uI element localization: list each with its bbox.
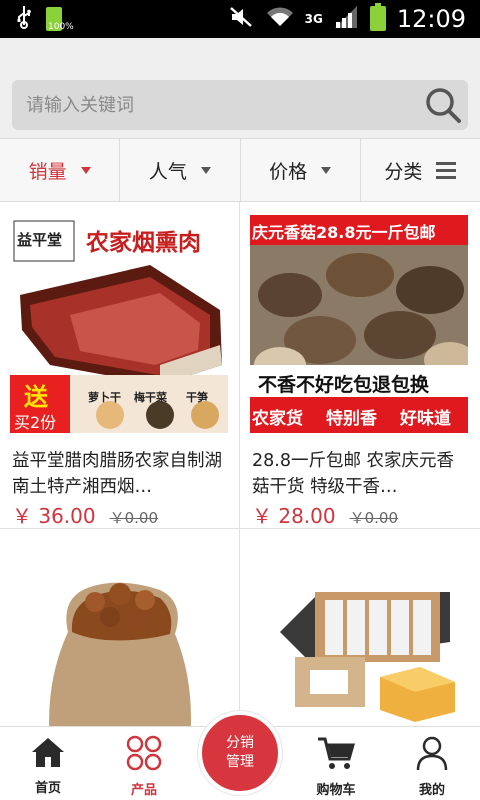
wifi-icon bbox=[265, 6, 295, 32]
product-price: ￥ 36.00 bbox=[12, 504, 96, 528]
center-button-line2: 管理 bbox=[226, 754, 254, 770]
filter-category[interactable]: 分类 bbox=[361, 139, 480, 201]
nav-label: 首页 bbox=[34, 781, 61, 796]
product-image bbox=[10, 542, 228, 726]
product-price: ￥ 28.00 bbox=[252, 504, 336, 528]
product-old-price: ￥0.00 bbox=[109, 509, 159, 527]
usb-icon bbox=[16, 5, 32, 33]
filter-bar: 销量 人气 价格 分类 bbox=[0, 138, 480, 202]
product-image: 益平堂 农家烟熏肉 送 买2份 萝卜干 梅干菜 干笋 bbox=[10, 215, 228, 433]
clock: 12:09 bbox=[396, 5, 466, 33]
nav-label: 购物车 bbox=[316, 783, 356, 798]
price-row: ￥ 28.00 ￥0.00 bbox=[252, 500, 398, 529]
filter-sales[interactable]: 销量 bbox=[0, 139, 121, 201]
top-banner-text: 庆元香菇28.8元一斤包邮 bbox=[252, 223, 436, 242]
nav-label: 我的 bbox=[418, 783, 445, 798]
product-grid: 益平堂 农家烟熏肉 送 买2份 萝卜干 梅干菜 干笋 益平堂腊肉腊肠农家自制湖南… bbox=[0, 202, 480, 726]
user-icon bbox=[415, 735, 449, 775]
product-old-price: ￥0.00 bbox=[349, 509, 399, 527]
tag-text: 好味道 bbox=[400, 409, 451, 429]
cart-icon bbox=[316, 735, 356, 775]
product-card[interactable]: 庆元香菇28.8元一斤包邮 不香不好吃包退包换 农家货 特别香 好味道 28.8… bbox=[240, 202, 480, 529]
tag-text: 特别香 bbox=[326, 409, 377, 429]
battery-icon bbox=[369, 3, 387, 35]
promo-item: 干笋 bbox=[186, 391, 208, 404]
signal-icon bbox=[333, 6, 359, 32]
search-icon[interactable] bbox=[418, 80, 468, 130]
filter-label: 人气 bbox=[148, 160, 187, 183]
nav-profile[interactable]: 我的 bbox=[384, 727, 480, 800]
filter-popularity[interactable]: 人气 bbox=[120, 139, 241, 201]
price-row: ￥ 36.00 ￥0.00 bbox=[12, 500, 158, 529]
product-card[interactable]: 益平堂 农家烟熏肉 送 买2份 萝卜干 梅干菜 干笋 益平堂腊肉腊肠农家自制湖南… bbox=[0, 202, 240, 529]
promo-text: 送 bbox=[24, 383, 48, 411]
battery-percent: 100% bbox=[48, 22, 74, 32]
product-title[interactable]: 益平堂腊肉腊肠农家自制湖南土特产湘西烟… bbox=[12, 448, 230, 500]
center-button-line1: 分销 bbox=[226, 735, 254, 751]
middle-banner-text: 不香不好吃包退包换 bbox=[258, 374, 430, 396]
filter-price[interactable]: 价格 bbox=[241, 139, 361, 201]
product-image: 庆元香菇28.8元一斤包邮 不香不好吃包退包换 农家货 特别香 好味道 bbox=[250, 215, 468, 433]
grid-icon bbox=[126, 735, 162, 775]
product-image bbox=[250, 542, 468, 726]
product-title[interactable]: 28.8一斤包邮 农家庆元香菇干货 特级干香… bbox=[252, 448, 470, 500]
filter-label: 分类 bbox=[384, 160, 423, 183]
banner-text: 农家烟熏肉 bbox=[86, 230, 201, 256]
status-bar: 100% 3G 12:09 bbox=[0, 0, 480, 38]
filter-label: 价格 bbox=[269, 160, 308, 183]
promo-item: 梅干菜 bbox=[134, 391, 167, 404]
triangle-down-icon bbox=[200, 166, 211, 174]
promo-sub-text: 买2份 bbox=[14, 413, 57, 432]
search-box[interactable] bbox=[12, 80, 468, 130]
triangle-down-icon bbox=[80, 166, 91, 174]
home-icon bbox=[30, 735, 66, 773]
product-card[interactable] bbox=[0, 529, 240, 726]
search-input[interactable] bbox=[12, 94, 418, 116]
promo-item: 萝卜干 bbox=[88, 391, 121, 404]
brand-text: 益平堂 bbox=[17, 231, 63, 249]
nav-label: 产品 bbox=[130, 783, 157, 798]
nav-products[interactable]: 产品 bbox=[96, 727, 192, 800]
menu-icon bbox=[436, 161, 457, 179]
product-card[interactable] bbox=[240, 529, 480, 726]
network-type: 3G bbox=[304, 12, 323, 26]
filter-label: 销量 bbox=[28, 160, 67, 183]
nav-cart[interactable]: 购物车 bbox=[288, 727, 384, 800]
triangle-down-icon bbox=[321, 166, 332, 174]
distribution-management-button[interactable]: 分销 管理 bbox=[198, 711, 282, 795]
nav-home[interactable]: 首页 bbox=[0, 727, 96, 800]
search-area bbox=[0, 38, 480, 138]
mute-icon bbox=[229, 6, 255, 32]
tag-text: 农家货 bbox=[252, 409, 303, 429]
